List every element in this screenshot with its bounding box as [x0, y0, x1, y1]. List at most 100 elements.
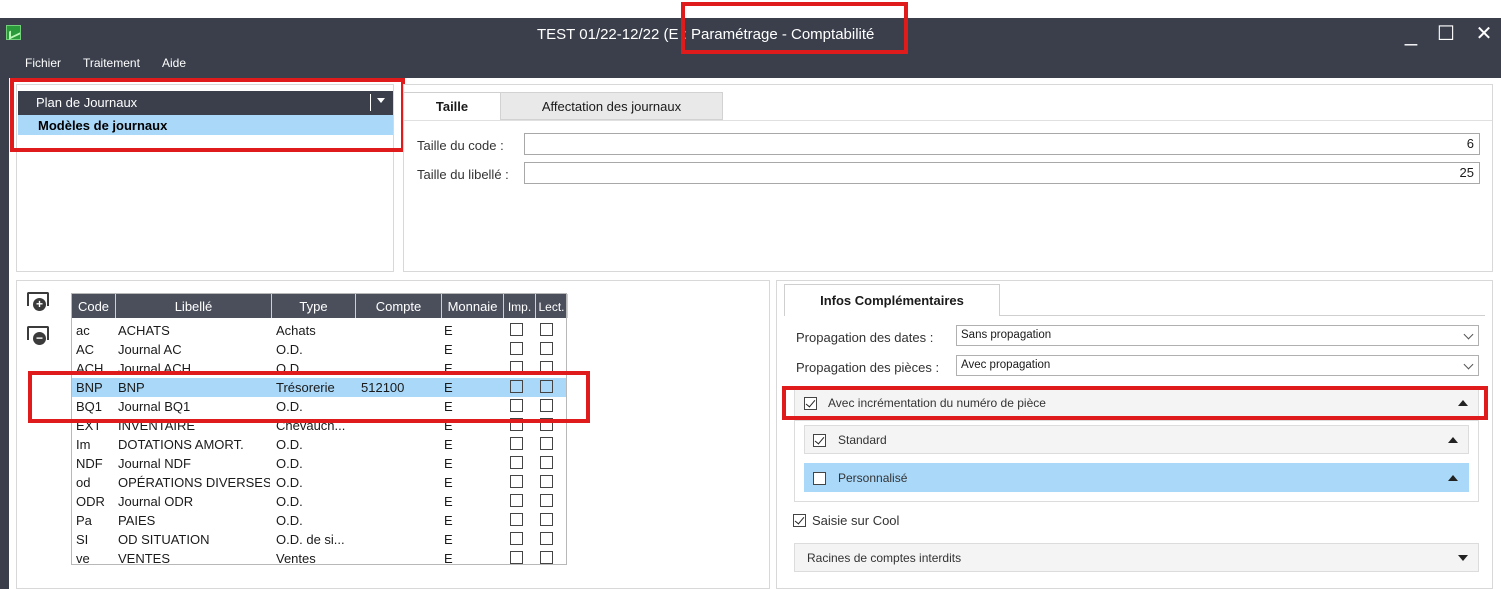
perso-checkbox[interactable]: [813, 472, 826, 485]
taille-code-field[interactable]: 6: [524, 133, 1480, 155]
cell-libelle: Journal NDF: [118, 456, 191, 471]
table-row[interactable]: ac ACHATS Achats E: [72, 321, 566, 340]
col-imp[interactable]: Imp.: [504, 294, 536, 318]
lect-checkbox[interactable]: [540, 456, 553, 469]
col-lect[interactable]: Lect.: [536, 294, 568, 318]
close-button[interactable]: ✕: [1471, 24, 1497, 46]
add-journal-button[interactable]: +: [27, 292, 51, 312]
imp-checkbox[interactable]: [510, 342, 523, 355]
lect-checkbox[interactable]: [540, 532, 553, 545]
taille-libelle-field[interactable]: 25: [524, 162, 1480, 184]
highlight-rows: [28, 371, 590, 423]
imp-checkbox[interactable]: [510, 475, 523, 488]
table-row[interactable]: od OPÉRATIONS DIVERSES O.D. E: [72, 473, 566, 492]
menu-fichier[interactable]: Fichier: [25, 56, 61, 70]
pieces-value: Avec propagation: [961, 359, 1051, 371]
grid-header: Code Libellé Type Compte Monnaie Imp. Le…: [72, 294, 568, 318]
lect-checkbox[interactable]: [540, 323, 553, 336]
cell-libelle: Journal ODR: [118, 494, 194, 509]
cell-type: O.D.: [276, 494, 303, 509]
cell-libelle: VENTES: [118, 551, 171, 566]
cell-monnaie: E: [444, 342, 453, 357]
pieces-label: Propagation des pièces :: [796, 360, 940, 375]
cell-code: ve: [76, 551, 90, 566]
col-monnaie[interactable]: Monnaie: [442, 294, 504, 318]
lect-checkbox[interactable]: [540, 342, 553, 355]
imp-checkbox[interactable]: [510, 551, 523, 564]
imp-checkbox[interactable]: [510, 513, 523, 526]
cell-compte: [361, 549, 441, 568]
table-row[interactable]: ve VENTES Ventes E: [72, 549, 566, 568]
dates-label: Propagation des dates :: [796, 330, 934, 345]
cell-compte: [361, 473, 441, 492]
imp-checkbox[interactable]: [510, 494, 523, 507]
cell-compte: [361, 321, 441, 340]
col-code[interactable]: Code: [72, 294, 116, 318]
tab-infos[interactable]: Infos Complémentaires: [784, 284, 1000, 316]
collapse-icon[interactable]: [1448, 437, 1458, 443]
collapse-icon[interactable]: [1448, 475, 1458, 481]
standard-checkbox[interactable]: [813, 434, 826, 447]
table-row[interactable]: NDF Journal NDF O.D. E: [72, 454, 566, 473]
standard-section[interactable]: Standard: [804, 425, 1469, 454]
cell-libelle: OD SITUATION: [118, 532, 210, 547]
maximize-button[interactable]: ☐: [1433, 24, 1459, 46]
cell-type: O.D.: [276, 342, 303, 357]
chevron-down-icon: [1463, 329, 1474, 340]
highlight-plan: [10, 78, 405, 152]
pieces-select[interactable]: Avec propagation: [956, 355, 1479, 376]
plus-icon: +: [33, 298, 46, 311]
cell-compte: [361, 530, 441, 549]
cell-code: SI: [76, 532, 89, 547]
cell-code: od: [76, 475, 91, 490]
tab-line: [1000, 315, 1485, 316]
remove-journal-button[interactable]: −: [27, 326, 51, 346]
menu-aide[interactable]: Aide: [162, 56, 186, 70]
imp-checkbox[interactable]: [510, 437, 523, 450]
col-compte[interactable]: Compte: [356, 294, 442, 318]
cell-libelle: Journal AC: [118, 342, 182, 357]
cell-type: O.D. de si...: [276, 532, 345, 547]
app-icon: [6, 25, 21, 40]
col-type[interactable]: Type: [272, 294, 356, 318]
expand-icon[interactable]: [1458, 555, 1468, 561]
highlight-increment: [782, 386, 1488, 420]
cell-monnaie: E: [444, 551, 453, 566]
cell-type: Ventes: [276, 551, 316, 566]
dates-value: Sans propagation: [961, 329, 1052, 341]
standard-label: Standard: [838, 433, 887, 447]
table-row[interactable]: SI OD SITUATION O.D. de si... E: [72, 530, 566, 549]
table-row[interactable]: Pa PAIES O.D. E: [72, 511, 566, 530]
cell-compte: [361, 340, 441, 359]
menu-traitement[interactable]: Traitement: [83, 56, 140, 70]
racines-section[interactable]: Racines de comptes interdits: [794, 543, 1479, 572]
tab-taille[interactable]: Taille: [404, 92, 500, 120]
dates-select[interactable]: Sans propagation: [956, 325, 1479, 346]
tab-affectation[interactable]: Affectation des journaux: [500, 92, 723, 120]
imp-checkbox[interactable]: [510, 456, 523, 469]
table-row[interactable]: AC Journal AC O.D. E: [72, 340, 566, 359]
cell-code: ODR: [76, 494, 105, 509]
lect-checkbox[interactable]: [540, 551, 553, 564]
lect-checkbox[interactable]: [540, 475, 553, 488]
imp-checkbox[interactable]: [510, 532, 523, 545]
imp-checkbox[interactable]: [510, 323, 523, 336]
minimize-button[interactable]: _: [1398, 23, 1424, 46]
cell-libelle: PAIES: [118, 513, 156, 528]
cell-monnaie: E: [444, 532, 453, 547]
col-libelle[interactable]: Libellé: [116, 294, 272, 318]
left-strip: [0, 78, 9, 589]
lect-checkbox[interactable]: [540, 494, 553, 507]
cell-monnaie: E: [444, 437, 453, 452]
table-row[interactable]: Im DOTATIONS AMORT. O.D. E: [72, 435, 566, 454]
cell-type: Achats: [276, 323, 316, 338]
table-row[interactable]: ODR Journal ODR O.D. E: [72, 492, 566, 511]
cell-monnaie: E: [444, 323, 453, 338]
lect-checkbox[interactable]: [540, 437, 553, 450]
perso-section[interactable]: Personnalisé: [804, 463, 1469, 492]
chevron-down-icon: [1463, 359, 1474, 370]
lect-checkbox[interactable]: [540, 513, 553, 526]
perso-label: Personnalisé: [838, 471, 908, 485]
cell-compte: [361, 435, 441, 454]
saisie-checkbox[interactable]: [793, 514, 806, 527]
